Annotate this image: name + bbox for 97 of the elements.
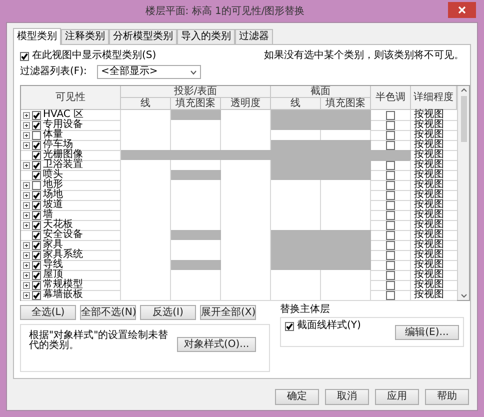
- expand-icon[interactable]: [23, 222, 30, 228]
- expand-icon[interactable]: [23, 122, 30, 128]
- group-title: 替换主体层: [280, 305, 331, 315]
- detail-level: 按视图: [414, 190, 444, 200]
- expand-icon[interactable]: [23, 292, 30, 298]
- expand-icon[interactable]: [23, 212, 30, 218]
- expand-icon[interactable]: [23, 182, 30, 188]
- scroll-down-icon[interactable]: [460, 294, 466, 298]
- filter-label: 过滤器列表(F):: [20, 67, 87, 77]
- tab[interactable]: 导入的类别: [177, 29, 235, 44]
- column-header: 线: [271, 98, 321, 110]
- checkbox-label: 在此视图中显示模型类别(S): [32, 51, 156, 61]
- edit-button[interactable]: 编辑(E)...: [395, 325, 459, 340]
- detail-level: 按视图: [414, 250, 444, 260]
- column-header: 详细程度: [411, 86, 457, 110]
- checkbox-label: 截面线样式(Y): [297, 321, 361, 331]
- detail-level: 按视图: [414, 120, 444, 130]
- checkbox[interactable]: [20, 52, 29, 60]
- column-header: 填充图案: [171, 98, 221, 110]
- tab[interactable]: 过滤器: [235, 29, 273, 44]
- filter-dropdown[interactable]: <全部显示>: [96, 65, 201, 79]
- button[interactable]: 取消: [325, 389, 369, 405]
- description-text: 根据"对象样式"的设置绘制未替代的类别。: [29, 331, 169, 351]
- tab[interactable]: 注释类别: [61, 29, 109, 44]
- column-header: 线: [121, 98, 171, 110]
- checkbox[interactable]: [32, 110, 41, 120]
- detail-level: 按视图: [414, 140, 444, 150]
- column-header: 截面: [271, 86, 371, 98]
- detail-level: 按视图: [414, 290, 444, 300]
- close-icon: [458, 6, 466, 14]
- expand-icon[interactable]: [23, 192, 30, 198]
- expand-icon[interactable]: [23, 262, 30, 268]
- chevron-down-icon: [190, 70, 197, 74]
- button[interactable]: 全部不选(N): [80, 305, 136, 320]
- checkbox[interactable]: [285, 322, 294, 330]
- category-name: 光栅图像: [43, 150, 83, 160]
- button[interactable]: 确定: [275, 389, 319, 405]
- tab[interactable]: 分析模型类别: [109, 29, 177, 44]
- expand-icon[interactable]: [23, 252, 30, 258]
- expand-icon[interactable]: [23, 162, 30, 168]
- detail-level: 按视图: [414, 110, 444, 120]
- detail-level: 按视图: [414, 280, 444, 290]
- scrollbar[interactable]: [457, 86, 469, 300]
- category-name: 家具系统: [43, 250, 83, 260]
- detail-level: 按视图: [414, 230, 444, 240]
- category-name: HVAC 区: [43, 110, 84, 120]
- scroll-up-icon[interactable]: [460, 88, 466, 92]
- category-name: 喷头: [43, 170, 63, 180]
- category-name: 导线: [43, 260, 63, 270]
- button[interactable]: 展开全部(X): [200, 305, 256, 320]
- expand-icon[interactable]: [23, 142, 30, 148]
- tab[interactable]: 模型类别: [13, 28, 61, 45]
- category-name: 卫浴装置: [43, 160, 83, 170]
- close-button[interactable]: [448, 2, 476, 18]
- detail-level: 按视图: [414, 210, 444, 220]
- detail-level: 按视图: [414, 270, 444, 280]
- category-name: 安全设备: [43, 230, 83, 240]
- detail-level: 按视图: [414, 220, 444, 230]
- category-name: 家具: [43, 240, 63, 250]
- checkbox[interactable]: [386, 110, 395, 120]
- detail-level: 按视图: [414, 200, 444, 210]
- category-name: 体量: [43, 130, 63, 140]
- column-header: 可见性: [21, 86, 121, 110]
- expand-icon[interactable]: [23, 282, 30, 288]
- button[interactable]: 应用: [375, 389, 419, 405]
- button[interactable]: 帮助: [425, 389, 469, 405]
- category-name: 专用设备: [43, 120, 83, 130]
- expand-icon[interactable]: [23, 132, 30, 138]
- category-name: 幕墙嵌板: [43, 290, 83, 300]
- category-name: 天花板: [43, 220, 73, 230]
- detail-level: 按视图: [414, 130, 444, 140]
- category-name: 屋顶: [43, 270, 63, 280]
- category-name: 坡道: [43, 200, 63, 210]
- expand-icon[interactable]: [23, 242, 30, 248]
- button[interactable]: 反选(I): [140, 305, 196, 320]
- detail-level: 按视图: [414, 170, 444, 180]
- column-header: 填充图案: [321, 98, 371, 110]
- expand-icon[interactable]: [23, 272, 30, 278]
- category-name: 常规模型: [43, 280, 83, 290]
- expand-icon[interactable]: [23, 112, 30, 118]
- category-name: 停车场: [43, 140, 73, 150]
- detail-level: 按视图: [414, 260, 444, 270]
- category-name: 场地: [43, 190, 63, 200]
- hint-text: 如果没有选中某个类别，则该类别将不可见。: [264, 51, 464, 61]
- column-header: 透明度: [221, 98, 271, 110]
- column-header: 半色调: [371, 86, 411, 110]
- detail-level: 按视图: [414, 160, 444, 170]
- category-name: 地形: [43, 180, 63, 190]
- detail-level: 按视图: [414, 180, 444, 190]
- column-header: 投影/表面: [121, 86, 271, 98]
- detail-level: 按视图: [414, 150, 444, 160]
- object-styles-button[interactable]: 对象样式(O)...: [177, 337, 256, 352]
- expand-icon[interactable]: [23, 202, 30, 208]
- button[interactable]: 全选(L): [20, 305, 76, 320]
- window-title: 楼层平面: 标高 1的可见性/图形替换: [144, 4, 306, 18]
- category-name: 墙: [43, 210, 53, 220]
- detail-level: 按视图: [414, 240, 444, 250]
